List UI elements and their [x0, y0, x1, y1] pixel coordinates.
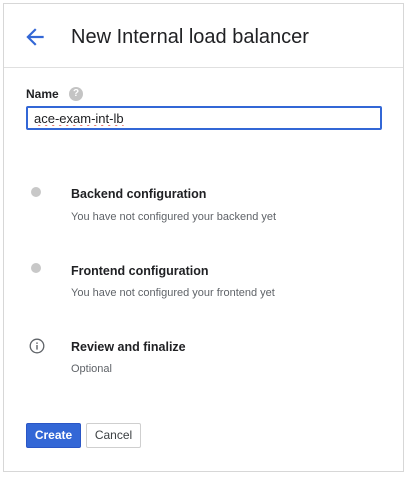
name-field-label: Name [26, 87, 59, 101]
cancel-button[interactable]: Cancel [86, 423, 141, 448]
name-input[interactable] [26, 106, 382, 130]
page-header: New Internal load balancer [4, 4, 403, 68]
info-icon [29, 338, 45, 354]
step-frontend-configuration[interactable]: Frontend configuration [71, 263, 208, 279]
step-review-and-finalize[interactable]: Review and finalize [71, 339, 186, 355]
step-backend-configuration[interactable]: Backend configuration [71, 186, 206, 202]
help-circle-icon[interactable]: ? [69, 87, 83, 101]
backend-step-status-icon [31, 187, 41, 197]
create-load-balancer-panel: New Internal load balancer Name ? Backen… [3, 3, 404, 472]
step-frontend-subtitle: You have not configured your frontend ye… [71, 287, 275, 299]
step-review-subtitle: Optional [71, 363, 112, 375]
frontend-step-status-icon [31, 263, 41, 273]
back-button[interactable] [22, 24, 48, 50]
arrow-back-icon [26, 28, 44, 46]
create-button[interactable]: Create [26, 423, 81, 448]
step-backend-subtitle: You have not configured your backend yet [71, 211, 277, 223]
page-title: New Internal load balancer [71, 26, 309, 48]
